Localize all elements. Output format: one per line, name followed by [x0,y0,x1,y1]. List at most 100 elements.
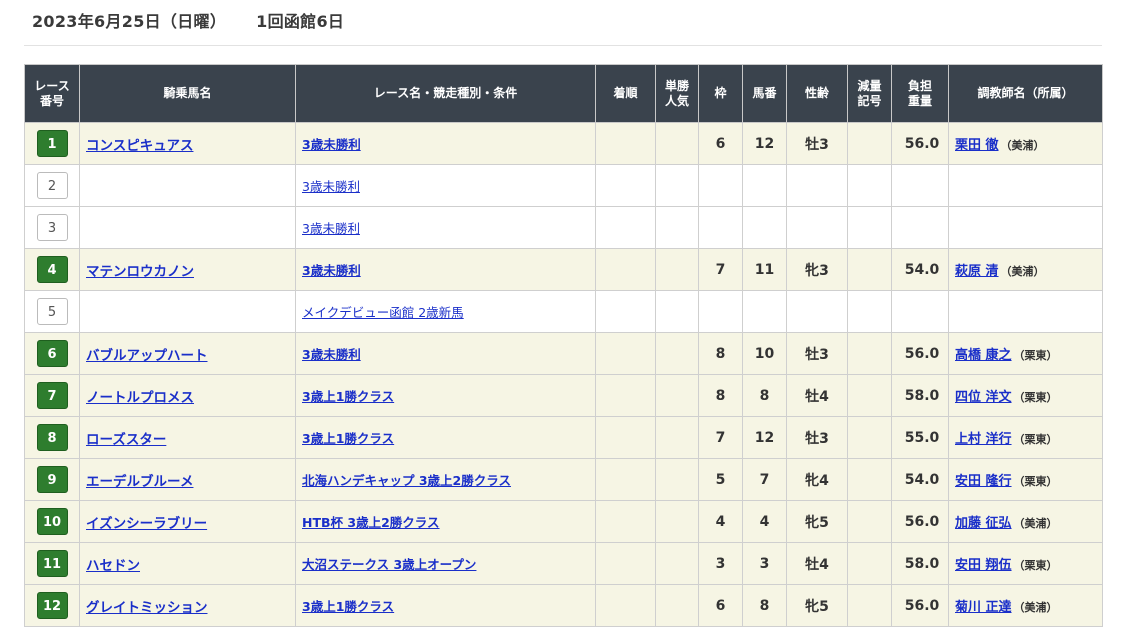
race-number-cell: 12 [24,584,80,627]
trainer-link[interactable]: 栗田 徹 [955,138,999,153]
allowance-cell [847,206,892,249]
trainer-link[interactable]: 上村 洋行 [955,432,1012,447]
race-number-badge[interactable]: 4 [36,256,68,283]
race-name-cell: 3歳上1勝クラス [295,374,596,417]
race-name-link[interactable]: 3歳未勝利 [302,263,361,278]
weight-cell: 58.0 [891,542,949,585]
race-number-badge[interactable]: 10 [36,508,68,535]
horse-name-link[interactable]: ローズスター [86,432,166,448]
trainer-link[interactable]: 四位 洋文 [955,390,1012,405]
race-name-link[interactable]: 3歳未勝利 [302,347,361,362]
horse-name-link[interactable]: エーデルブルーメ [86,474,193,490]
trainer-link[interactable]: 安田 翔伍 [955,558,1012,573]
col-weight-allowance: 減量 記号 [847,64,892,123]
trainer-cell: 安田 隆行 （栗東） [948,458,1103,501]
frame-cell: 6 [698,122,743,165]
race-name-link[interactable]: HTB杯 3歳上2勝クラス [302,515,440,530]
horse-number-cell: 8 [742,374,787,417]
allowance-cell [847,164,892,207]
race-number-badge[interactable]: 8 [36,424,68,451]
race-number-badge[interactable]: 7 [36,382,68,409]
horse-name-link[interactable]: グレイトミッション [86,600,208,616]
finish-cell [595,248,656,291]
allowance-cell [847,374,892,417]
race-number-badge[interactable]: 6 [36,340,68,367]
table-row: 9 エーデルブルーメ 北海ハンデキャップ 3歳上2勝クラス 5 7 牝4 54.0 安田 隆行… [24,458,1103,501]
trainer-link[interactable]: 萩原 清 [955,264,999,279]
meeting-name: 1回函館6日 [256,12,345,31]
horse-name-link[interactable]: コンスピキュアス [86,138,193,154]
race-number-badge[interactable]: 12 [36,592,68,619]
col-race-name: レース名・競走種別・条件 [295,64,596,123]
sex-age-cell: 牝5 [786,584,848,627]
horse-name-link[interactable]: イズンシーラブリー [86,516,207,532]
allowance-cell [847,290,892,333]
trainer-link[interactable]: 安田 隆行 [955,474,1012,489]
trainer-link[interactable]: 高橋 康之 [955,348,1012,363]
race-name-link[interactable]: 3歳未勝利 [302,137,361,152]
sex-age-cell: 牡3 [786,122,848,165]
trainer-cell: 高橋 康之 （栗東） [948,332,1103,375]
horse-name-cell: ノートルプロメス [79,374,296,417]
race-name-link[interactable]: メイクデビュー函館 2歳新馬 [302,305,464,320]
table-row: 2 3歳未勝利 [24,164,1103,207]
weight-cell: 56.0 [891,584,949,627]
race-number-badge[interactable]: 5 [36,298,68,325]
page-title: 2023年6月25日（日曜） 1回函館6日 [32,8,344,32]
race-number-cell: 6 [24,332,80,375]
trainer-affiliation: （栗東） [1013,475,1058,488]
finish-cell [595,374,656,417]
horse-name-cell [79,206,296,249]
race-number-badge[interactable]: 1 [36,130,68,157]
race-name-link[interactable]: 3歳上1勝クラス [302,599,394,614]
page-header: 2023年6月25日（日曜） 1回函館6日 [24,0,1102,46]
popularity-cell [655,248,699,291]
race-number-cell: 7 [24,374,80,417]
race-name-cell: HTB杯 3歳上2勝クラス [295,500,596,543]
allowance-cell [847,500,892,543]
weight-cell: 56.0 [891,122,949,165]
col-trainer: 調教師名（所属） [948,64,1103,123]
horse-name-link[interactable]: ノートルプロメス [86,390,194,406]
horse-number-cell: 12 [742,122,787,165]
col-sex-age: 性齢 [786,64,848,123]
race-number-badge[interactable]: 9 [36,466,68,493]
horse-name-link[interactable]: バブルアップハート [86,348,208,364]
horse-name-cell: バブルアップハート [79,332,296,375]
allowance-cell [847,584,892,627]
trainer-affiliation: （美浦） [1013,601,1058,614]
riding-schedule-table: レース 番号 騎乗馬名 レース名・競走種別・条件 着順 単勝 人気 枠 馬番 性齢 … [24,64,1103,627]
horse-name-link[interactable]: マテンロウカノン [86,264,194,280]
race-name-link[interactable]: 北海ハンデキャップ 3歳上2勝クラス [302,473,511,488]
finish-cell [595,164,656,207]
trainer-link[interactable]: 加藤 征弘 [955,516,1012,531]
race-name-link[interactable]: 3歳上1勝クラス [302,389,394,404]
race-number-badge[interactable]: 2 [36,172,68,199]
col-finish: 着順 [595,64,656,123]
race-name-link[interactable]: 3歳未勝利 [302,179,360,194]
allowance-cell [847,416,892,459]
race-name-cell: 3歳未勝利 [295,248,596,291]
sex-age-cell: 牝5 [786,500,848,543]
table-row: 12 グレイトミッション 3歳上1勝クラス 6 8 牝5 56.0 菊川 正達 （美浦） [24,584,1103,627]
race-name-cell: 大沼ステークス 3歳上オープン [295,542,596,585]
race-number-badge[interactable]: 3 [36,214,68,241]
race-name-cell: 北海ハンデキャップ 3歳上2勝クラス [295,458,596,501]
sex-age-cell [786,206,848,249]
horse-name-link[interactable]: ハセドン [86,558,140,574]
horse-name-cell [79,164,296,207]
race-name-cell: 3歳未勝利 [295,164,596,207]
race-name-link[interactable]: 大沼ステークス 3歳上オープン [302,557,476,572]
table-row: 5 メイクデビュー函館 2歳新馬 [24,290,1103,333]
trainer-cell: 萩原 清（美浦） [948,248,1103,291]
trainer-link[interactable]: 菊川 正達 [955,600,1012,615]
trainer-affiliation: （栗東） [1013,391,1058,404]
race-number-badge[interactable]: 11 [36,550,68,577]
table-row: 3 3歳未勝利 [24,206,1103,249]
race-name-link[interactable]: 3歳未勝利 [302,221,360,236]
horse-name-cell: イズンシーラブリー [79,500,296,543]
trainer-cell: 加藤 征弘 （美浦） [948,500,1103,543]
finish-cell [595,542,656,585]
race-name-link[interactable]: 3歳上1勝クラス [302,431,394,446]
weight-cell: 54.0 [891,248,949,291]
